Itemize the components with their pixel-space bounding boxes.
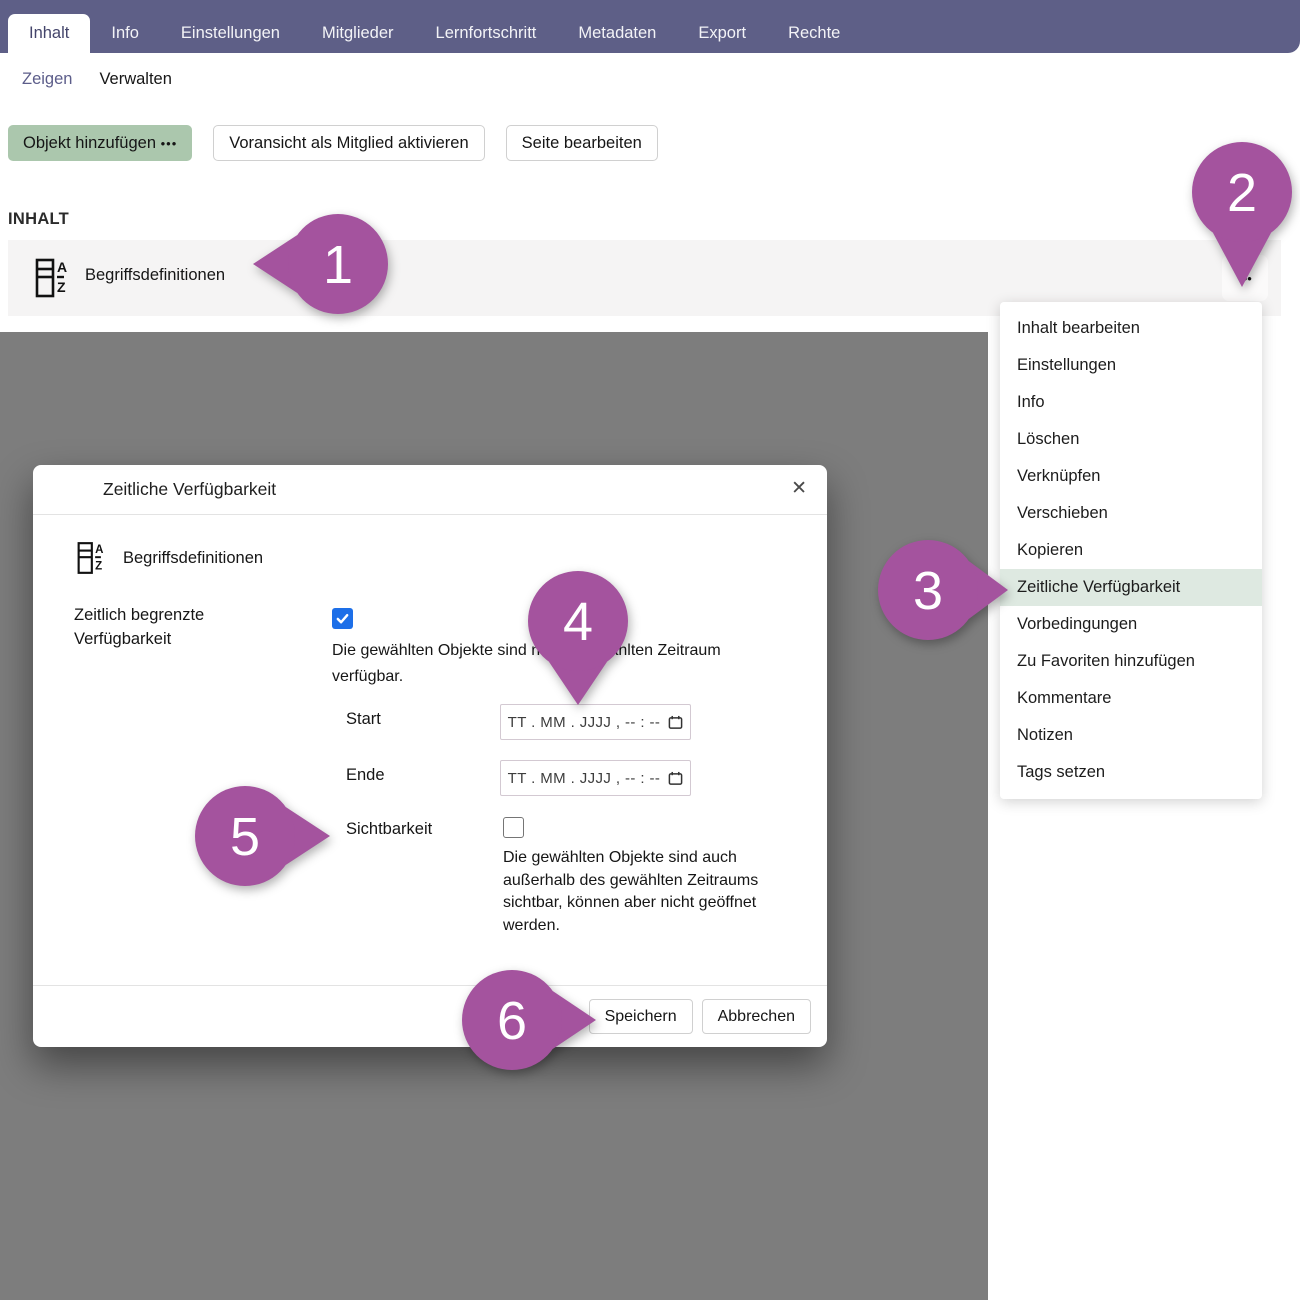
menu-item-zu-favoriten-hinzufügen[interactable]: Zu Favoriten hinzufügen [1000, 643, 1262, 680]
visibility-byline: Die gewählten Objekte sind auch außerhal… [503, 847, 775, 938]
svg-text:2: 2 [1227, 163, 1257, 223]
modal-object-row: A Z Begriffsdefinitionen [77, 541, 263, 575]
save-button[interactable]: Speichern [589, 999, 693, 1034]
tab-rechte[interactable]: Rechte [767, 14, 861, 53]
end-label: Ende [346, 764, 385, 788]
content-section-heading: INHALT [8, 210, 69, 229]
visibility-checkbox[interactable] [503, 817, 524, 838]
start-datetime-input[interactable]: TT . MM . JJJJ , -- : -- [500, 704, 691, 740]
menu-item-info[interactable]: Info [1000, 384, 1262, 421]
edit-page-button[interactable]: Seite bearbeiten [506, 125, 658, 161]
subtab-zeigen[interactable]: Zeigen [22, 70, 72, 89]
start-label: Start [346, 708, 381, 732]
glossary-icon: A Z [35, 258, 69, 298]
subtab-verwalten[interactable]: Verwalten [99, 70, 171, 89]
menu-item-zeitliche-verfügbarkeit[interactable]: Zeitliche Verfügbarkeit [1000, 569, 1262, 606]
modal-header: Zeitliche Verfügbarkeit ✕ [33, 465, 827, 515]
modal-title: Zeitliche Verfügbarkeit [103, 479, 276, 500]
menu-item-verknüpfen[interactable]: Verknüpfen [1000, 458, 1262, 495]
end-datetime-value: TT . MM . JJJJ , -- : -- [508, 770, 661, 787]
toolbar: Objekt hinzufügen ••• Voransicht als Mit… [8, 125, 658, 161]
menu-item-inhalt-bearbeiten[interactable]: Inhalt bearbeiten [1000, 310, 1262, 347]
menu-item-löschen[interactable]: Löschen [1000, 421, 1262, 458]
tab-mitglieder[interactable]: Mitglieder [301, 14, 415, 53]
start-datetime-value: TT . MM . JJJJ , -- : -- [508, 714, 661, 731]
menu-item-notizen[interactable]: Notizen [1000, 717, 1262, 754]
cancel-button[interactable]: Abbrechen [702, 999, 811, 1034]
tab-info[interactable]: Info [90, 14, 160, 53]
add-object-button[interactable]: Objekt hinzufügen ••• [8, 125, 192, 161]
menu-item-einstellungen[interactable]: Einstellungen [1000, 347, 1262, 384]
content-item-link[interactable]: Begriffsdefinitionen [85, 266, 225, 285]
limited-availability-checkbox[interactable] [332, 608, 353, 629]
availability-modal: Zeitliche Verfügbarkeit ✕ A Z Begriffsde… [33, 465, 827, 1047]
tab-export[interactable]: Export [677, 14, 767, 53]
end-datetime-input[interactable]: TT . MM . JJJJ , -- : -- [500, 760, 691, 796]
svg-text:Z: Z [95, 561, 102, 573]
svg-text:A: A [57, 259, 67, 275]
svg-text:Z: Z [57, 279, 66, 295]
course-content-page: InhaltInfoEinstellungenMitgliederLernfor… [0, 0, 1300, 1300]
actions-menu-list: Inhalt bearbeitenEinstellungenInfoLösche… [1000, 310, 1262, 791]
limited-availability-byline: Die gewählten Objekte sind nur im gewähl… [332, 638, 787, 690]
calendar-icon [668, 715, 683, 730]
menu-item-tags-setzen[interactable]: Tags setzen [1000, 754, 1262, 791]
secondary-tabs: Zeigen Verwalten [22, 70, 172, 89]
modal-object-label: Begriffsdefinitionen [123, 549, 263, 568]
menu-item-kopieren[interactable]: Kopieren [1000, 532, 1262, 569]
primary-navbar: InhaltInfoEinstellungenMitgliederLernfor… [0, 0, 1300, 53]
limited-availability-label: Zeitlich begrenzte Verfügbarkeit [74, 604, 279, 652]
menu-item-verschieben[interactable]: Verschieben [1000, 495, 1262, 532]
visibility-label: Sichtbarkeit [346, 818, 432, 842]
modal-footer: Speichern Abbrechen [33, 985, 827, 1047]
item-actions-button[interactable]: ••• [1222, 255, 1268, 301]
glossary-icon: A Z [77, 541, 105, 575]
svg-text:A: A [95, 544, 104, 556]
tab-inhalt[interactable]: Inhalt [8, 14, 90, 53]
calendar-icon [668, 771, 683, 786]
check-icon [335, 611, 350, 626]
tab-einstellungen[interactable]: Einstellungen [160, 14, 301, 53]
close-icon[interactable]: ✕ [791, 477, 807, 500]
menu-item-kommentare[interactable]: Kommentare [1000, 680, 1262, 717]
tab-metadaten[interactable]: Metadaten [557, 14, 677, 53]
tab-lernfortschritt[interactable]: Lernfortschritt [415, 14, 558, 53]
primary-tabs: InhaltInfoEinstellungenMitgliederLernfor… [0, 0, 1300, 53]
more-dots-icon: ••• [161, 136, 178, 151]
add-object-label: Objekt hinzufügen [23, 134, 156, 152]
preview-as-member-button[interactable]: Voransicht als Mitglied aktivieren [213, 125, 484, 161]
menu-item-vorbedingungen[interactable]: Vorbedingungen [1000, 606, 1262, 643]
actions-dropdown-menu: Inhalt bearbeitenEinstellungenInfoLösche… [1000, 302, 1262, 799]
